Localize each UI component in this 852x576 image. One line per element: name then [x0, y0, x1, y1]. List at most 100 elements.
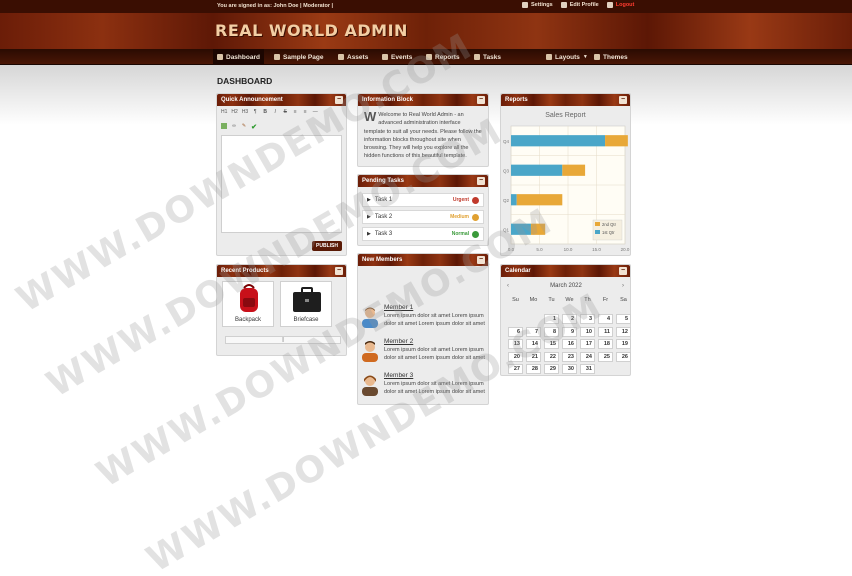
calendar-day[interactable]: 23: [562, 351, 577, 362]
task-row[interactable]: ▶ Task 1 Urgent: [362, 193, 484, 207]
y-tick-label: Q3: [503, 168, 510, 173]
panel-header: Quick Announcement −: [217, 94, 346, 106]
member-name[interactable]: Member 3: [384, 372, 413, 379]
publish-button[interactable]: PUBLISH: [312, 241, 342, 251]
link-icon[interactable]: ∞: [231, 123, 237, 131]
nav-events[interactable]: Events: [378, 49, 416, 65]
check-icon[interactable]: ✔: [251, 123, 257, 131]
calendar-day[interactable]: 6: [508, 326, 523, 337]
calendar-day[interactable]: 2: [562, 314, 577, 324]
bar: [516, 194, 563, 206]
logout-link[interactable]: Logout: [606, 2, 634, 8]
calendar-day[interactable]: 11: [598, 326, 613, 337]
bar: [562, 164, 586, 176]
member-name[interactable]: Member 2: [384, 338, 413, 345]
image-icon[interactable]: [221, 123, 227, 129]
calendar-day[interactable]: 16: [562, 339, 577, 349]
calendar-day[interactable]: 21: [526, 351, 541, 362]
calendar-icon: [382, 54, 388, 60]
calendar-day[interactable]: 13: [508, 339, 523, 349]
calendar-day[interactable]: 4: [598, 314, 613, 324]
calendar-day[interactable]: 15: [544, 339, 559, 349]
eraser-icon[interactable]: ✎: [241, 123, 247, 131]
calendar-day[interactable]: 26: [616, 351, 631, 362]
member-item[interactable]: Member 1 Lorem ipsum dolor sit amet Lore…: [360, 302, 490, 332]
nav-dashboard[interactable]: Dashboard: [213, 49, 264, 65]
calendar-day[interactable]: 10: [580, 326, 595, 337]
task-label: Task 2: [374, 214, 393, 220]
collapse-button[interactable]: −: [477, 96, 485, 104]
calendar-day[interactable]: 17: [580, 339, 595, 349]
bar: [511, 135, 606, 147]
y-tick-label: Q4: [503, 139, 510, 144]
products-pager[interactable]: |: [225, 336, 341, 344]
ordered-list-button[interactable]: ≡: [302, 109, 308, 115]
medium-icon: [472, 213, 479, 221]
user-avatar-icon: [362, 341, 378, 362]
backpack-icon: [240, 284, 258, 312]
bold-button[interactable]: B: [262, 109, 268, 115]
calendar-day[interactable]: 25: [598, 351, 613, 362]
next-month-button[interactable]: ›: [622, 281, 624, 291]
calendar-day[interactable]: 27: [508, 364, 523, 374]
folder-icon: [338, 54, 344, 60]
calendar-day[interactable]: 3: [580, 314, 595, 324]
task-row[interactable]: ▶ Task 3 Normal: [362, 227, 484, 241]
bar: [511, 223, 531, 235]
nav-tasks[interactable]: Tasks: [470, 49, 505, 65]
nav-reports[interactable]: Reports: [422, 49, 464, 65]
calendar-day[interactable]: 12: [616, 326, 631, 337]
calendar-day[interactable]: 19: [616, 339, 631, 349]
settings-link[interactable]: Settings: [522, 2, 553, 8]
calendar-day[interactable]: 8: [544, 326, 559, 337]
calendar-day[interactable]: 1: [544, 314, 559, 324]
calendar-day[interactable]: 18: [598, 339, 613, 349]
tasks-icon: [474, 54, 480, 60]
edit-profile-link[interactable]: Edit Profile: [560, 2, 599, 8]
nav-sample-page[interactable]: Sample Page: [270, 49, 327, 65]
panel-header: Pending Tasks −: [358, 175, 488, 187]
calendar-day[interactable]: 22: [544, 351, 559, 362]
list-button[interactable]: ≡: [292, 109, 298, 115]
collapse-button[interactable]: −: [335, 267, 343, 275]
collapse-button[interactable]: −: [335, 96, 343, 104]
h2-button[interactable]: H2: [231, 109, 237, 115]
nav-layouts[interactable]: Layouts ▼: [542, 49, 592, 65]
product-card[interactable]: Briefcase: [280, 281, 332, 327]
calendar-day[interactable]: 29: [544, 364, 559, 374]
member-name[interactable]: Member 1: [384, 304, 413, 311]
weekday-label: Mo: [529, 297, 538, 303]
collapse-button[interactable]: −: [477, 177, 485, 185]
calendar-day[interactable]: 28: [526, 364, 541, 374]
collapse-button[interactable]: −: [619, 96, 627, 104]
member-item[interactable]: Member 3 Lorem ipsum dolor sit amet Lore…: [360, 370, 490, 400]
calendar-day[interactable]: 7: [526, 326, 541, 337]
calendar-day[interactable]: 5: [616, 314, 631, 324]
paragraph-button[interactable]: ¶: [252, 109, 258, 115]
italic-button[interactable]: I: [272, 109, 278, 115]
header-banner: REAL WORLD ADMIN: [0, 13, 852, 49]
task-row[interactable]: ▶ Task 2 Medium: [362, 210, 484, 224]
calendar-day[interactable]: 30: [562, 364, 577, 374]
nav-themes[interactable]: Themes: [590, 49, 632, 65]
product-card[interactable]: Backpack: [222, 281, 274, 327]
bar: [530, 223, 546, 235]
calendar-day[interactable]: 24: [580, 351, 595, 362]
y-tick-label: Q1: [503, 227, 510, 232]
rule-button[interactable]: —: [312, 109, 318, 115]
nav-assets[interactable]: Assets: [334, 49, 372, 65]
calendar-day[interactable]: 9: [562, 326, 577, 337]
product-name: Backpack: [234, 317, 261, 323]
calendar-day[interactable]: 31: [580, 364, 595, 374]
collapse-button[interactable]: −: [477, 256, 485, 264]
announcement-editor[interactable]: [221, 135, 342, 233]
calendar-day[interactable]: 14: [526, 339, 541, 349]
calendar-day[interactable]: 20: [508, 351, 523, 362]
x-tick-label: 5.0: [536, 247, 543, 252]
layout-icon: [546, 54, 552, 60]
h1-button[interactable]: H1: [221, 109, 227, 115]
member-item[interactable]: Member 2 Lorem ipsum dolor sit amet Lore…: [360, 336, 490, 366]
strike-button[interactable]: S: [282, 109, 288, 115]
collapse-button[interactable]: −: [619, 267, 627, 275]
h3-button[interactable]: H3: [242, 109, 248, 115]
